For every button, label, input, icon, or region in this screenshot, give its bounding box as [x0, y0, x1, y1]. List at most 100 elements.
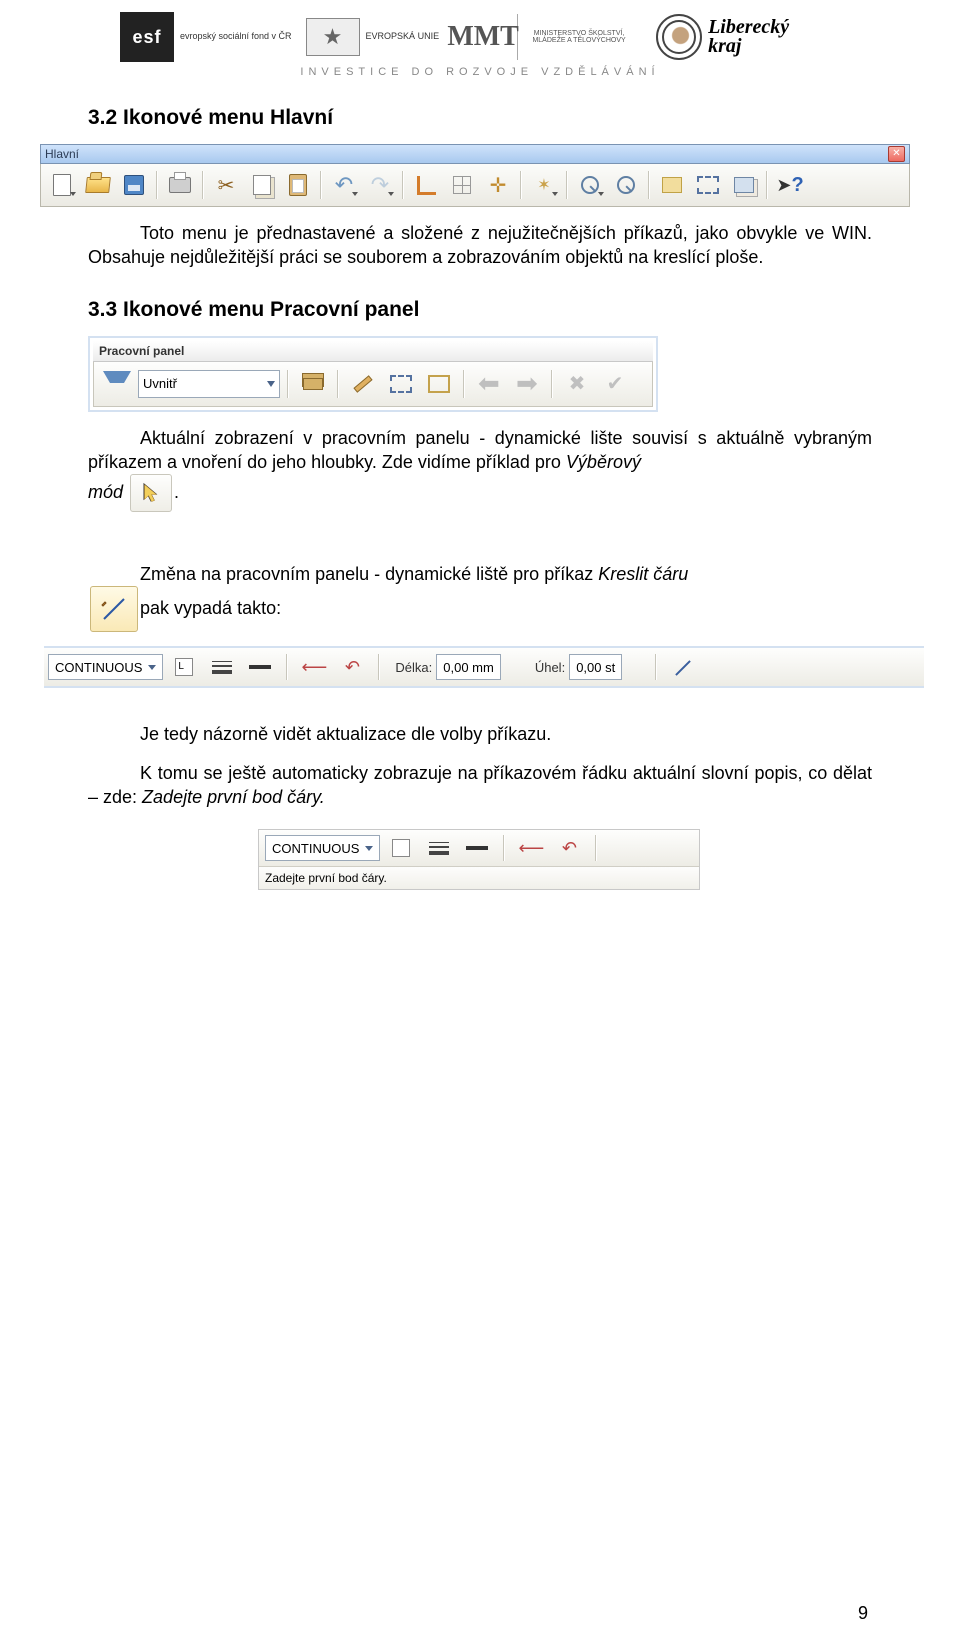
undo-button[interactable]: ↶	[327, 168, 361, 202]
print-button[interactable]	[163, 168, 197, 202]
toolbar-hlavni: Hlavní ✕ ✂ ↶ ↷ ✛ ✶	[40, 144, 910, 207]
layers-button[interactable]	[727, 168, 761, 202]
header-logos: esf evropský sociální fond v ČR ★ EVROPS…	[120, 12, 960, 62]
length-value: 0,00 mm	[443, 660, 494, 675]
section-3-3-paragraph-2: Změna na pracovním panelu - dynamické li…	[88, 562, 872, 632]
cut-button[interactable]: ✂	[209, 168, 243, 202]
copy-button[interactable]	[245, 168, 279, 202]
print-icon	[169, 177, 191, 193]
snippet-endpoint-left-button[interactable]: ⟵	[514, 831, 548, 865]
toolbar-hlavni-title: Hlavní	[45, 147, 79, 161]
select-shape-button[interactable]	[422, 367, 456, 401]
separator	[503, 835, 505, 861]
open-file-button[interactable]	[81, 168, 115, 202]
layers-icon	[734, 177, 754, 193]
snippet-linetype-dropdown[interactable]: CONTINUOUS	[265, 835, 380, 861]
plane-icon	[662, 177, 682, 193]
section-3-3-title: 3.3 Ikonové menu Pracovní panel	[88, 298, 872, 322]
arrow-right-icon: ➡	[516, 368, 538, 399]
length-dropdown[interactable]	[505, 650, 525, 684]
endpoint-left-icon: ⟵	[301, 657, 327, 678]
save-button[interactable]	[117, 168, 151, 202]
eu-flag-icon: ★	[306, 18, 360, 56]
pointer-icon: ➤	[776, 175, 791, 196]
cancel-button[interactable]: ✖	[560, 367, 594, 401]
p4b: Zadejte první bod čáry.	[142, 787, 325, 807]
separator	[337, 370, 339, 398]
linetype-dropdown[interactable]: CONTINUOUS	[48, 654, 163, 680]
osnap-button[interactable]: ✶	[527, 168, 561, 202]
new-file-icon	[53, 174, 71, 196]
dynamic-line-toolbar: CONTINUOUS L ⟵ ↶ Délka: 0,00 mm Úhel: 0,…	[44, 646, 924, 688]
section-3-2-title: 3.2 Ikonové menu Hlavní	[88, 106, 872, 130]
angle-dropdown[interactable]	[626, 650, 646, 684]
new-file-button[interactable]	[45, 168, 79, 202]
lineweight-button[interactable]	[205, 650, 239, 684]
plane-button[interactable]	[655, 168, 689, 202]
snippet-lineweight-button[interactable]	[422, 831, 456, 865]
separator	[595, 835, 597, 861]
nav-prev-button[interactable]: ⬅	[472, 367, 506, 401]
p1d: .	[174, 482, 179, 502]
linetype-style-button[interactable]	[243, 650, 277, 684]
toolbar-hlavni-titlebar: Hlavní ✕	[40, 144, 910, 164]
paste-button[interactable]	[281, 168, 315, 202]
edit-button[interactable]	[346, 367, 380, 401]
ministry-text: MINISTERSTVO ŠKOLSTVÍ, MLÁDEŽE A TĚLOVÝC…	[524, 30, 634, 45]
separator	[286, 654, 288, 680]
p1c: mód	[88, 482, 123, 502]
separator	[520, 171, 522, 199]
zoom-icon	[581, 176, 599, 194]
undo-icon: ↶	[335, 172, 353, 198]
pp-title: Pracovní panel	[93, 341, 653, 362]
snippet-linetype-value: CONTINUOUS	[272, 841, 359, 856]
confirm-button[interactable]: ✔	[598, 367, 632, 401]
pp-row: Uvnitř ⬅ ➡ ✖ ✔	[93, 362, 653, 407]
crosshair-button[interactable]: ✛	[481, 168, 515, 202]
linecolor-button[interactable]: L	[167, 650, 201, 684]
pencil-icon	[353, 375, 372, 392]
command-line-toolbar: CONTINUOUS ⟵ ↶	[259, 830, 699, 866]
endpoint-left-button[interactable]: ⟵	[297, 650, 331, 684]
redo-button[interactable]: ↷	[363, 168, 397, 202]
command-line-snippet: CONTINUOUS ⟵ ↶ Zadejte první bod čáry.	[258, 829, 700, 890]
snippet-linetype-style-button[interactable]	[460, 831, 494, 865]
select-rect-button[interactable]	[384, 367, 418, 401]
close-icon[interactable]: ✕	[888, 146, 905, 162]
stack-icon	[303, 378, 323, 390]
endpoint-arc-button[interactable]: ↶	[335, 650, 369, 684]
cursor-icon	[140, 482, 162, 504]
zoom-extents-button[interactable]	[609, 168, 643, 202]
separator	[156, 171, 158, 199]
draw-line-icon	[90, 586, 138, 632]
page-number: 9	[858, 1603, 868, 1624]
paste-icon	[289, 174, 307, 196]
extent-button[interactable]	[691, 168, 725, 202]
angle-label: Úhel:	[535, 660, 565, 675]
kraj-text: kraj	[708, 37, 789, 56]
filter-button[interactable]	[100, 367, 134, 401]
check-icon: ✔	[607, 371, 624, 396]
zoom-window-button[interactable]	[573, 168, 607, 202]
open-folder-icon	[85, 177, 111, 193]
paragraph-4: K tomu se ještě automaticky zobrazuje na…	[88, 761, 872, 810]
line-tool-button[interactable]	[666, 650, 700, 684]
help-icon: ?	[791, 174, 803, 197]
angle-input[interactable]: 0,00 st	[569, 654, 622, 680]
snippet-linecolor-button[interactable]	[384, 831, 418, 865]
logo-eu: ★ EVROPSKÁ UNIE	[306, 18, 440, 56]
snippet-endpoint-arc-button[interactable]: ↶	[552, 831, 586, 865]
snap-button[interactable]	[409, 168, 443, 202]
selection-mode-dropdown[interactable]: Uvnitř	[138, 370, 280, 398]
nav-next-button[interactable]: ➡	[510, 367, 544, 401]
stack-button[interactable]	[296, 367, 330, 401]
length-label: Délka:	[395, 660, 432, 675]
help-pointer-button[interactable]: ➤?	[773, 168, 807, 202]
grid-button[interactable]	[445, 168, 479, 202]
logo-liberecky: Liberecký kraj	[648, 12, 797, 62]
redo-icon: ↷	[371, 172, 389, 198]
toolbar-pracovni-panel: Pracovní panel Uvnitř ⬅ ➡ ✖ ✔	[88, 336, 658, 412]
eu-label: EVROPSKÁ UNIE	[366, 32, 440, 42]
cancel-icon: ✖	[569, 371, 586, 396]
length-input[interactable]: 0,00 mm	[436, 654, 501, 680]
